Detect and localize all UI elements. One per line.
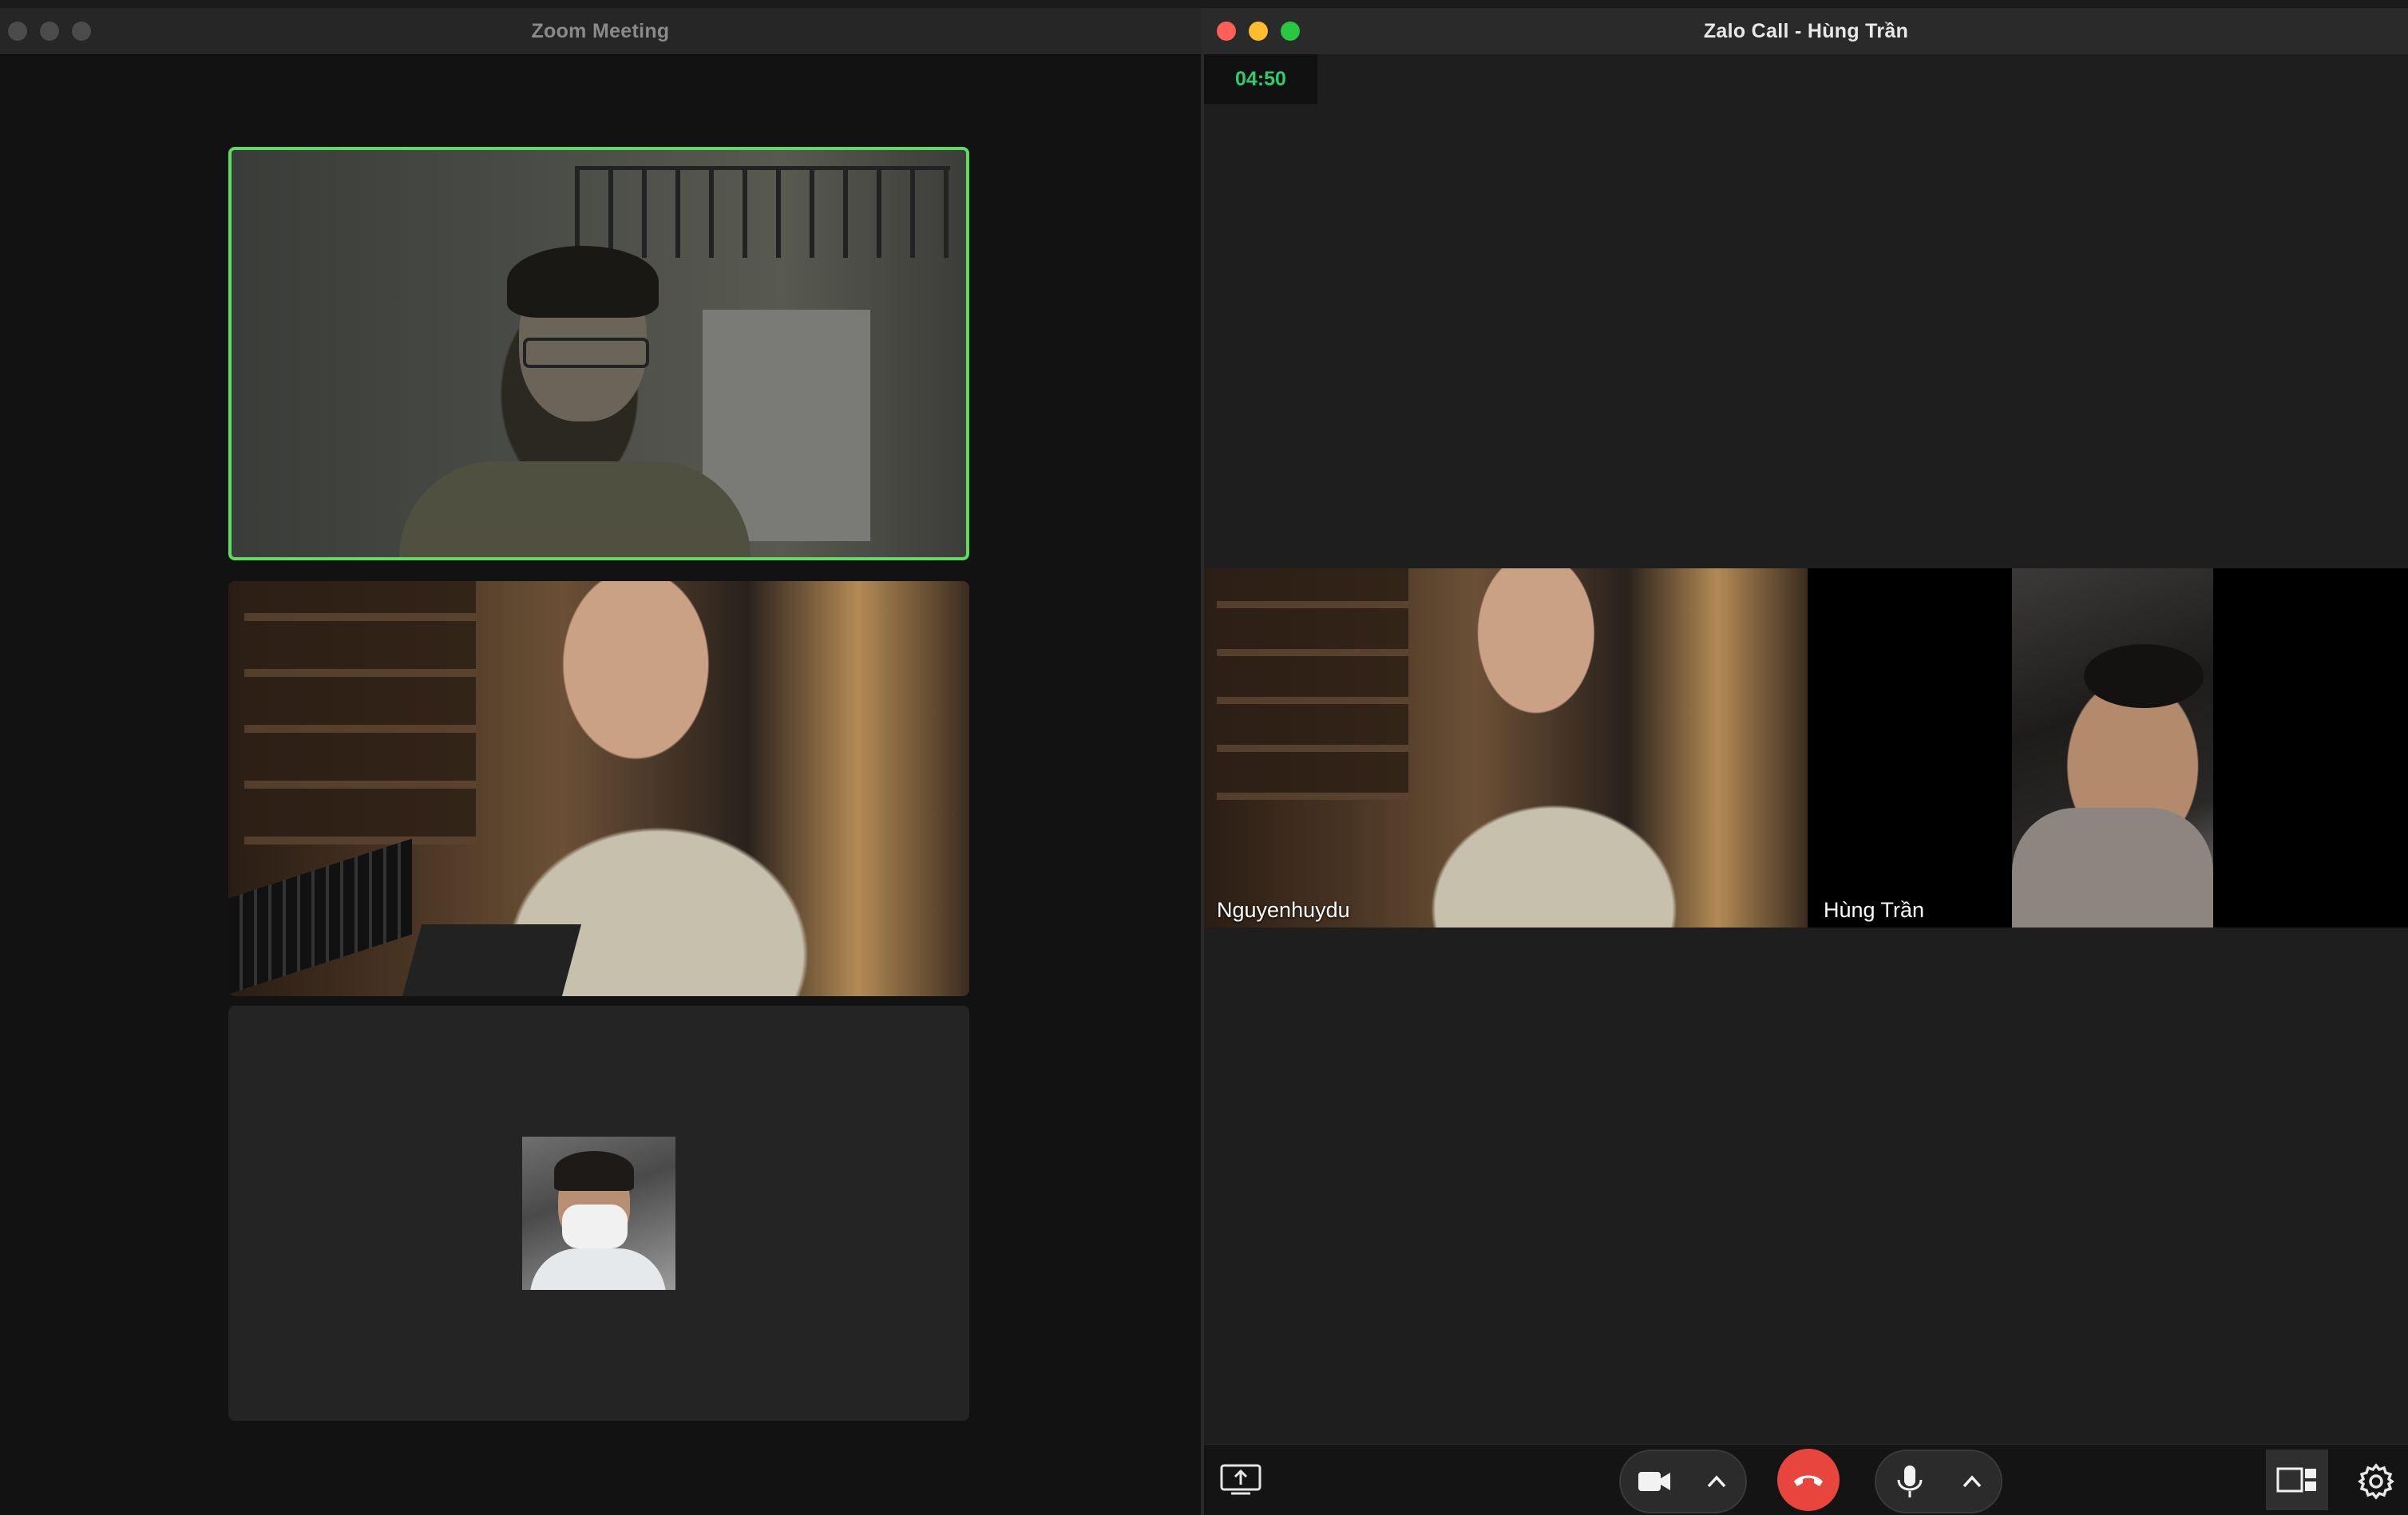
camera-toggle-button[interactable]	[1635, 1462, 1673, 1501]
window-title: Zalo Call - Hùng Trần	[1703, 19, 1909, 42]
mic-control-group	[1875, 1450, 2002, 1513]
video-tile-avatar[interactable]	[228, 1006, 969, 1421]
video-background	[402, 924, 582, 996]
camera-control-group	[1619, 1450, 1747, 1513]
video-tile-nguyenhuydu[interactable]: Nguyenhuydu	[1204, 568, 1808, 928]
zoom-titlebar[interactable]: Zoom Meeting	[0, 8, 1201, 56]
call-timer: 04:50	[1204, 54, 1317, 104]
call-controls-bar	[1204, 1444, 2408, 1515]
participant-video	[507, 246, 659, 318]
layout-button[interactable]	[2266, 1450, 2328, 1510]
maximize-window-button[interactable]	[72, 22, 91, 41]
video-background	[228, 838, 412, 995]
video-tile-hung-tran[interactable]: Hùng Trần	[1811, 568, 2215, 928]
layout-icon	[2276, 1467, 2316, 1493]
maximize-window-button[interactable]	[1281, 22, 1300, 41]
participant-avatar	[522, 1137, 675, 1290]
close-window-button[interactable]	[8, 22, 27, 41]
end-call-button[interactable]	[1777, 1449, 1840, 1511]
settings-button[interactable]	[2354, 1459, 2398, 1504]
video-background	[1217, 568, 1408, 800]
video-camera-icon	[1638, 1472, 1670, 1491]
video-strip: Nguyenhuydu Hùng Trần	[1204, 568, 2408, 928]
participant-name: Hùng Trần	[1824, 898, 1925, 922]
video-background	[244, 581, 476, 845]
participant-video	[399, 461, 751, 557]
mic-toggle-button[interactable]	[1892, 1462, 1927, 1501]
chevron-up-icon	[1962, 1475, 1982, 1488]
screen-share-button[interactable]	[1218, 1458, 1263, 1502]
zoom-window: Zoom Meeting	[0, 8, 1201, 1515]
video-tile-active-speaker[interactable]	[228, 147, 969, 560]
zalo-titlebar[interactable]: Zalo Call - Hùng Trần	[1204, 8, 2408, 54]
zalo-call-window: Zalo Call - Hùng Trần 04:50 Nguyenhuydu …	[1201, 8, 2408, 1515]
phone-hangup-icon	[1794, 1475, 1823, 1486]
screen-share-icon	[1220, 1464, 1261, 1495]
minimize-window-button[interactable]	[1249, 22, 1268, 41]
gear-icon	[2358, 1463, 2394, 1500]
close-window-button[interactable]	[1217, 22, 1236, 41]
participant-name: Nguyenhuydu	[1217, 898, 1350, 922]
minimize-window-button[interactable]	[40, 22, 59, 41]
chevron-up-icon	[1707, 1475, 1726, 1488]
participant-video	[2012, 568, 2213, 928]
mic-options-button[interactable]	[1956, 1466, 1988, 1497]
participant-video	[523, 338, 649, 368]
window-title: Zoom Meeting	[531, 19, 670, 42]
window-controls	[1217, 22, 1300, 41]
video-tile-participant[interactable]	[228, 581, 969, 996]
video-background	[575, 166, 950, 258]
camera-options-button[interactable]	[1701, 1466, 1733, 1497]
microphone-icon	[1897, 1466, 1923, 1497]
window-controls	[8, 22, 91, 41]
